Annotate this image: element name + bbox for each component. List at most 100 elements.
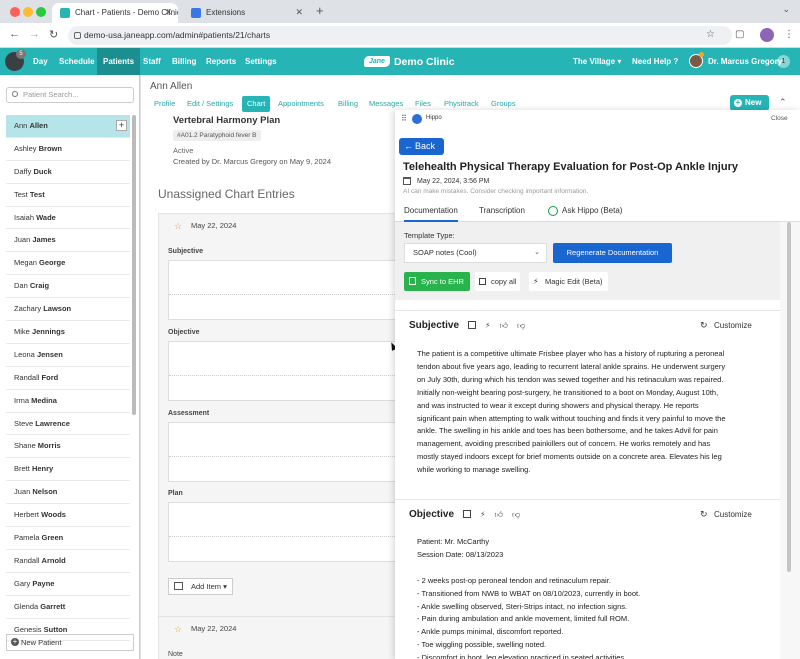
- patient-list-item[interactable]: Randall Ford: [6, 367, 130, 390]
- nav-schedule[interactable]: Schedule: [53, 48, 101, 75]
- patient-list-item[interactable]: Steve Lawrence: [6, 413, 130, 436]
- thumbs-up-icon[interactable]: 👍︎: [495, 510, 503, 520]
- site-info-icon[interactable]: [74, 32, 81, 39]
- clinic-brand[interactable]: Jane Demo Clinic: [364, 53, 455, 70]
- thumbs-up-icon[interactable]: 👍︎: [500, 321, 508, 331]
- objective-field[interactable]: [168, 341, 398, 401]
- patient-list-item[interactable]: Leona Jensen: [6, 344, 130, 367]
- browser-tab-extensions[interactable]: Extensions ✕: [183, 3, 309, 23]
- template-type-select[interactable]: SOAP notes (Cool) ⌄: [404, 243, 547, 263]
- reload-icon[interactable]: ↻: [49, 28, 58, 41]
- customize-button[interactable]: ↻ Customize: [700, 320, 752, 330]
- star-icon[interactable]: ☆: [174, 617, 182, 641]
- window-zoom-control[interactable]: [36, 7, 46, 17]
- ai-disclaimer: AI can make mistakes. Consider checking …: [403, 188, 589, 195]
- patient-list-item[interactable]: Randall Arnold: [6, 550, 130, 573]
- window-close-control[interactable]: [10, 7, 20, 17]
- tab-close-icon[interactable]: ✕: [164, 4, 172, 20]
- tab-ask-hippo[interactable]: Ask Hippo (Beta): [562, 200, 622, 222]
- collapse-chevrons-icon[interactable]: ⌃: [779, 97, 787, 108]
- patient-list-item[interactable]: Ann Allen +: [6, 115, 130, 138]
- window-minimize-control[interactable]: [23, 7, 33, 17]
- patient-list-item[interactable]: Ashley Brown: [6, 138, 130, 161]
- add-plus-icon[interactable]: +: [116, 120, 127, 131]
- subjective-field[interactable]: [168, 260, 398, 320]
- nav-billing[interactable]: Billing: [166, 48, 202, 75]
- tab-chart[interactable]: Chart: [242, 96, 271, 112]
- tab-documentation[interactable]: Documentation: [404, 200, 458, 222]
- patient-list-item[interactable]: Irma Medina: [6, 390, 130, 413]
- nav-reports[interactable]: Reports: [200, 48, 242, 75]
- patient-search-input[interactable]: Patient Search...: [6, 87, 134, 103]
- jane-logo-icon[interactable]: 5: [5, 49, 26, 71]
- tab-edit-settings[interactable]: Edit / Settings: [182, 96, 238, 112]
- patient-last-name: Duck: [33, 166, 52, 176]
- nav-settings[interactable]: Settings: [239, 48, 283, 75]
- patient-list-item[interactable]: Juan James: [6, 229, 130, 253]
- patient-list-item[interactable]: Gary Payne: [6, 573, 130, 596]
- location-dropdown[interactable]: The Village ▾: [573, 48, 621, 75]
- browser-profile-avatar[interactable]: [760, 28, 774, 42]
- patient-last-name: Nelson: [32, 487, 58, 497]
- user-name[interactable]: Dr. Marcus Gregory: [708, 48, 782, 75]
- regenerate-documentation-button[interactable]: Regenerate Documentation: [553, 243, 672, 263]
- patient-list-item[interactable]: Glenda Garrett: [6, 596, 130, 619]
- magic-edit-button[interactable]: ⚡ Magic Edit (Beta): [529, 272, 608, 291]
- forward-arrow-icon[interactable]: →: [29, 28, 40, 40]
- patient-list-item[interactable]: Herbert Woods: [6, 504, 130, 528]
- tab-profile[interactable]: Profile: [149, 96, 180, 112]
- bookmark-star-icon[interactable]: ☆: [706, 29, 715, 40]
- back-button[interactable]: ← Back: [399, 138, 444, 155]
- plan-field[interactable]: [168, 502, 398, 562]
- new-entry-button[interactable]: + New: [730, 95, 769, 111]
- patient-list-item[interactable]: Zachary Lawson: [6, 298, 130, 322]
- need-help-link[interactable]: Need Help ?: [632, 48, 678, 75]
- drag-handle-icon[interactable]: ⠿: [401, 114, 407, 123]
- patient-list-item[interactable]: Juan Nelson: [6, 481, 130, 505]
- extensions-puzzle-icon[interactable]: ▢: [735, 29, 744, 40]
- patient-list-item[interactable]: Daffy Duck: [6, 161, 130, 184]
- thumbs-down-icon[interactable]: 👎︎: [517, 321, 525, 331]
- sync-to-ehr-button[interactable]: Sync to EHR: [404, 272, 470, 291]
- nav-day[interactable]: Day: [27, 48, 54, 75]
- patient-list-item[interactable]: Brett Henry: [6, 458, 130, 482]
- copy-icon[interactable]: [468, 321, 476, 329]
- scroll-thumb[interactable]: [787, 222, 791, 572]
- tab-transcription[interactable]: Transcription: [479, 200, 525, 222]
- magic-wand-icon[interactable]: ⚡: [480, 510, 486, 520]
- tab-search-icon[interactable]: ⌄: [782, 4, 790, 15]
- divider: [169, 536, 398, 537]
- browser-tab-chart[interactable]: Chart - Patients - Demo Clinic ✕: [52, 3, 178, 23]
- close-panel-link[interactable]: Close: [771, 115, 788, 122]
- nav-patients[interactable]: Patients: [97, 48, 141, 75]
- add-item-button[interactable]: Add Item ▾: [168, 578, 233, 595]
- sidebar-scrollbar[interactable]: [132, 115, 136, 415]
- browser-menu-icon[interactable]: ⋮: [784, 29, 794, 40]
- thumbs-down-icon[interactable]: 👎︎: [512, 510, 520, 520]
- patient-list-item[interactable]: Mike Jennings: [6, 321, 130, 344]
- new-patient-button[interactable]: + New Patient: [6, 634, 134, 651]
- patient-first-name: Brett: [14, 464, 30, 474]
- patient-list-item[interactable]: Pamela Green: [6, 527, 130, 550]
- customize-button[interactable]: ↻ Customize: [700, 509, 752, 519]
- hippo-scrollbar[interactable]: [780, 222, 800, 659]
- magic-wand-icon[interactable]: ⚡: [485, 321, 491, 331]
- assessment-field[interactable]: [168, 422, 398, 482]
- back-arrow-icon[interactable]: ←: [9, 28, 20, 40]
- patient-list-item[interactable]: Test Test: [6, 184, 130, 207]
- patient-list-item[interactable]: Isaiah Wade: [6, 207, 130, 230]
- patient-list-item[interactable]: Dan Craig: [6, 275, 130, 299]
- treatment-plan-title[interactable]: Vertebral Harmony Plan: [173, 115, 280, 126]
- copy-icon[interactable]: [463, 510, 471, 518]
- address-bar[interactable]: demo-usa.janeapp.com/admin#patients/21/c…: [68, 26, 732, 45]
- subjective-section: Subjective ⚡ 👍︎ 👎︎ ↻ Customize The patie…: [395, 310, 780, 490]
- nav-staff[interactable]: Staff: [137, 48, 167, 75]
- new-tab-icon[interactable]: +: [316, 3, 324, 18]
- patient-list-item[interactable]: Megan George: [6, 252, 130, 276]
- tab-appointments[interactable]: Appointments: [273, 96, 329, 112]
- patient-list-item[interactable]: Shane Morris: [6, 435, 130, 459]
- star-icon[interactable]: ☆: [174, 214, 182, 238]
- tab-close-icon[interactable]: ✕: [295, 4, 303, 20]
- tab-billing[interactable]: Billing: [333, 96, 363, 112]
- copy-all-button[interactable]: copy all: [475, 272, 521, 291]
